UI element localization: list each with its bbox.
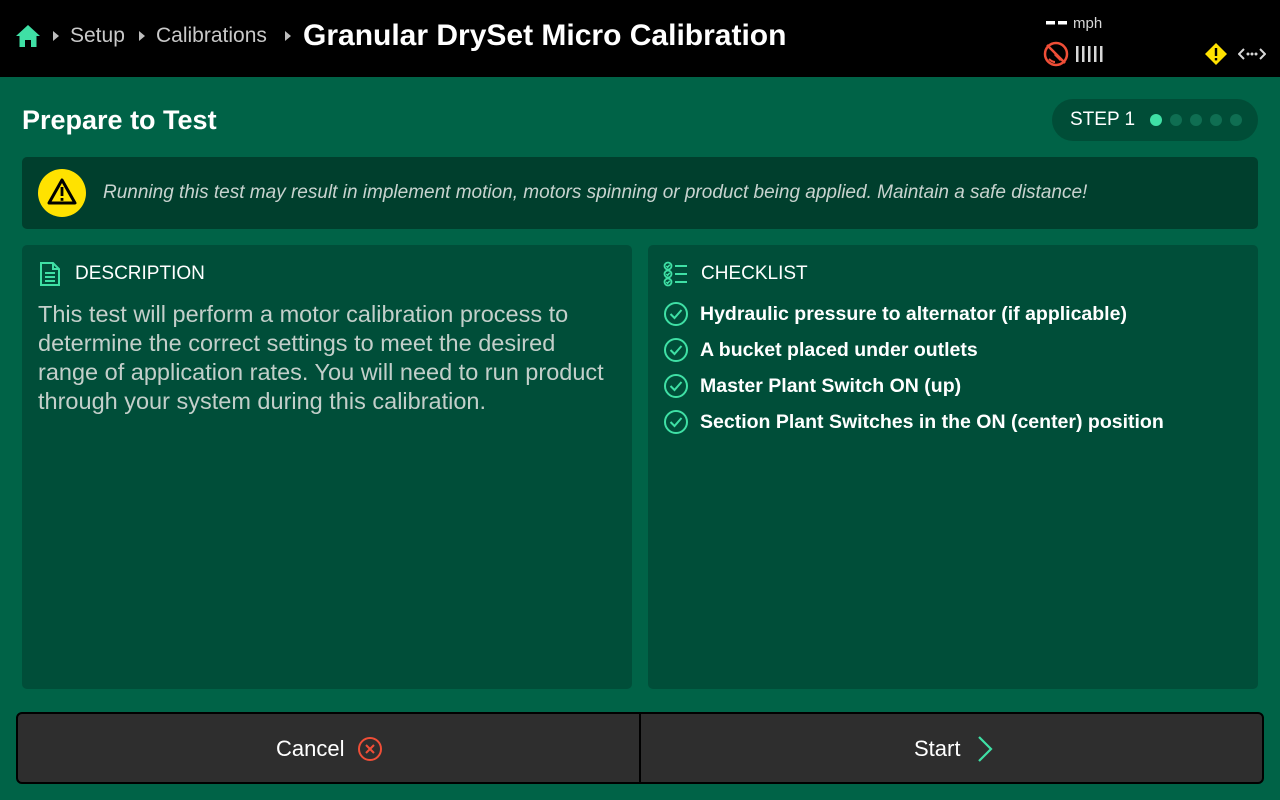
checklist-panel: CHECKLIST Hydraulic pressure to alternat…: [648, 245, 1258, 689]
step-dot-4: [1210, 114, 1222, 126]
step-indicator: STEP 1: [1052, 99, 1258, 141]
warning-text: Running this test may result in implemen…: [103, 182, 1088, 203]
page-title: Granular DrySet Micro Calibration: [303, 19, 787, 52]
signal-bars-icon: [1076, 46, 1103, 62]
step-dot-3: [1190, 114, 1202, 126]
cancel-button-label: Cancel: [276, 736, 345, 761]
chevron-right-icon: [285, 31, 291, 41]
document-icon: [40, 262, 60, 286]
start-button-label: Start: [914, 736, 961, 761]
checklist-item-text: Hydraulic pressure to alternator (if app…: [700, 303, 1127, 325]
step-label: STEP 1: [1070, 109, 1136, 130]
breadcrumb-setup[interactable]: Setup: [70, 22, 125, 50]
top-bar: Setup Calibrations Granular DrySet Micro…: [0, 0, 1280, 77]
safety-warning-banner: Running this test may result in implemen…: [22, 157, 1258, 229]
chevron-right-icon: [978, 736, 993, 762]
gps-off-icon: [1043, 41, 1069, 67]
description-heading: DESCRIPTION: [75, 263, 205, 284]
speed-value: [1046, 21, 1067, 25]
caution-icon: [38, 169, 86, 217]
chevron-right-icon: [53, 31, 59, 41]
checklist-item-text: Master Plant Switch ON (up): [700, 375, 962, 397]
section-title: Prepare to Test: [22, 105, 217, 135]
speed-unit: mph: [1073, 15, 1103, 32]
check-circle-icon: [664, 302, 688, 326]
checklist-item-text: Section Plant Switches in the ON (center…: [700, 411, 1164, 433]
check-circle-icon: [664, 374, 688, 398]
step-dot-5: [1230, 114, 1242, 126]
home-icon[interactable]: [14, 22, 42, 50]
step-dot-1: [1150, 114, 1162, 126]
breadcrumb-calibrations[interactable]: Calibrations: [156, 22, 267, 50]
cancel-button[interactable]: Cancel: [16, 712, 641, 784]
checklist-heading: CHECKLIST: [701, 263, 808, 284]
checklist-item-text: A bucket placed under outlets: [700, 339, 978, 361]
start-button[interactable]: Start: [639, 712, 1264, 784]
description-body: This test will perform a motor calibrati…: [38, 301, 604, 414]
warning-icon[interactable]: [1204, 42, 1228, 66]
check-circle-icon: [664, 410, 688, 434]
description-panel: DESCRIPTION This test will perform a mot…: [22, 245, 632, 689]
connection-icon[interactable]: [1238, 44, 1266, 64]
step-dot-2: [1170, 114, 1182, 126]
checklist-icon: [663, 261, 687, 287]
close-circle-icon: [358, 737, 382, 761]
check-circle-icon: [664, 338, 688, 362]
chevron-right-icon: [139, 31, 145, 41]
